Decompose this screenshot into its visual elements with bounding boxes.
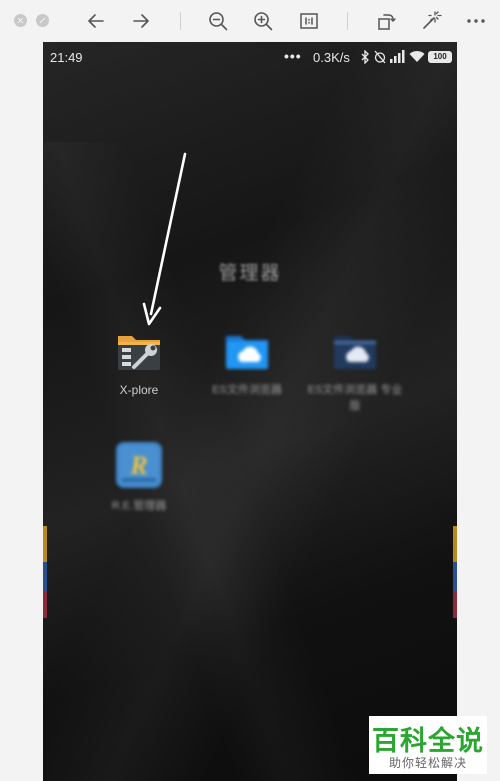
edge-strip: [453, 562, 457, 592]
xplore-folder-wrench-icon: [116, 326, 162, 372]
rotate-icon[interactable]: [374, 9, 398, 33]
zoom-out-icon[interactable]: [206, 9, 230, 33]
phone-screenshot: 21:49 ••• 0.3K/s 100 管理器 X-plore ES文件浏览器…: [43, 42, 457, 781]
es-pro-cloud-folder-icon: [332, 326, 378, 372]
app-re-manager[interactable]: R R.E.管理器: [89, 442, 189, 514]
alarm-off-icon: [373, 50, 387, 67]
minimize-icon[interactable]: [36, 14, 49, 27]
zoom-in-icon[interactable]: [251, 9, 275, 33]
folder-title: 管理器: [218, 263, 282, 284]
app-label: ES文件浏览器: [212, 384, 282, 396]
watermark-title: 百科全说: [372, 726, 484, 756]
edge-strip: [453, 526, 457, 562]
status-time: 21:49: [50, 50, 83, 65]
bluetooth-icon: [361, 49, 370, 67]
wifi-icon: [409, 50, 425, 66]
re-manager-icon: R: [116, 442, 162, 488]
watermark-logo: 百科全说 助你轻松解决: [369, 716, 487, 774]
image-viewer-window: 21:49 ••• 0.3K/s 100 管理器 X-plore ES文件浏览器…: [0, 0, 500, 781]
watermark-subtitle: 助你轻松解决: [388, 756, 467, 770]
viewer-toolbar: [0, 0, 500, 42]
app-es-file-explorer[interactable]: ES文件浏览器: [197, 326, 297, 398]
signal-icon: [390, 50, 406, 66]
svg-text:R: R: [129, 451, 147, 480]
app-label: X-plore: [119, 383, 159, 397]
status-bar: 21:49 ••• 0.3K/s 100: [43, 42, 457, 72]
more-icon[interactable]: [464, 9, 488, 33]
edge-strip: [43, 526, 47, 562]
notification-dots-icon: •••: [284, 48, 302, 64]
edge-strip: [453, 592, 457, 618]
close-icon[interactable]: [14, 14, 27, 27]
toolbar-separator: [347, 12, 348, 30]
app-label: R.E.管理器: [111, 500, 167, 512]
actual-size-icon[interactable]: [297, 9, 321, 33]
network-speed: 0.3K/s: [313, 50, 350, 65]
magic-wand-icon[interactable]: [419, 9, 443, 33]
back-arrow-icon[interactable]: [84, 9, 108, 33]
toolbar-separator: [180, 12, 181, 30]
app-xplore[interactable]: X-plore: [89, 326, 189, 398]
es-cloud-folder-icon: [224, 326, 270, 372]
app-label: ES文件浏览器 专业版: [307, 384, 403, 412]
edge-strip: [43, 592, 47, 618]
battery-indicator: 100: [428, 51, 452, 63]
app-es-file-explorer-pro[interactable]: ES文件浏览器 专业版: [305, 326, 405, 414]
edge-strip: [43, 562, 47, 592]
forward-arrow-icon[interactable]: [129, 9, 153, 33]
